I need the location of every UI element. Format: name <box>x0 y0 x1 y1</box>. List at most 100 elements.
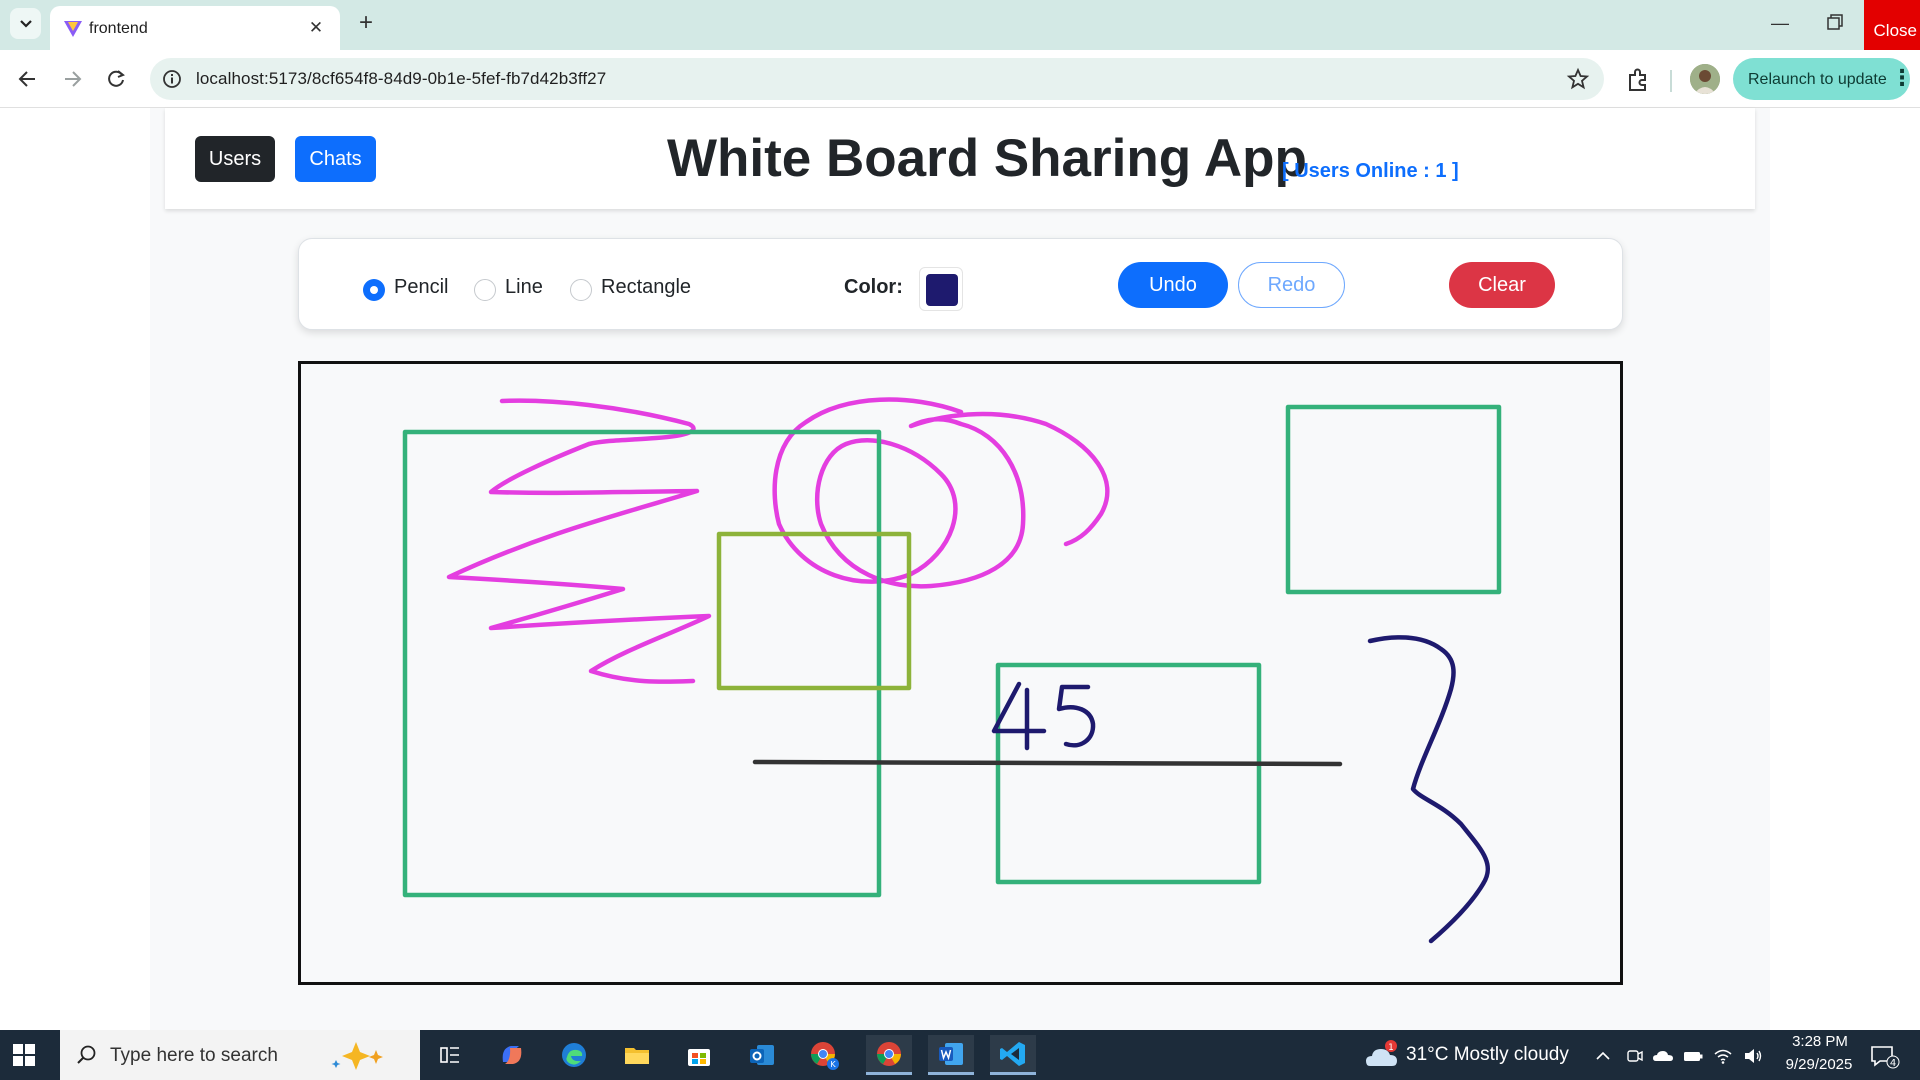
new-tab-button[interactable]: + <box>353 10 379 36</box>
tab-close-icon[interactable]: ✕ <box>305 17 327 39</box>
word-app[interactable] <box>928 1035 974 1075</box>
tab-strip: frontend ✕ + — Close <box>0 0 1920 50</box>
pink-zigzag-stroke <box>446 398 712 684</box>
forward-button[interactable] <box>58 65 86 93</box>
chrome-profile-app[interactable]: K <box>804 1035 844 1075</box>
black-line <box>752 759 1343 767</box>
redo-button[interactable]: Redo <box>1238 262 1345 308</box>
svg-text:K: K <box>830 1060 836 1069</box>
search-highlight-icon <box>331 1042 383 1070</box>
outlook-app[interactable] <box>742 1035 782 1075</box>
arrow-right-icon <box>65 71 82 87</box>
cloud-icon: 1 <box>1366 1040 1397 1066</box>
pencil-label[interactable]: Pencil <box>394 276 448 299</box>
relaunch-label: Relaunch to update <box>1748 71 1887 88</box>
green-middle-rectangle <box>995 662 1262 885</box>
battery-icon[interactable] <box>1682 1045 1704 1067</box>
weather-widget[interactable]: 1 31°C Mostly cloudy <box>1364 1038 1574 1072</box>
onedrive-cloud-icon[interactable] <box>1652 1045 1674 1067</box>
task-view-button[interactable] <box>430 1035 470 1075</box>
relaunch-to-update-button[interactable]: Relaunch to update ⋮ <box>1733 58 1913 100</box>
line-label[interactable]: Line <box>505 276 543 299</box>
clear-button[interactable]: Clear <box>1449 262 1555 308</box>
color-label: Color: <box>844 276 903 298</box>
taskbar-search-box[interactable]: Type here to search <box>60 1030 420 1080</box>
color-swatch-fill <box>926 274 958 306</box>
drawing-toolbar: Pencil Line Rectangle Color: Undo Redo C… <box>298 238 1623 330</box>
task-view-icon <box>440 1047 459 1063</box>
copilot-icon <box>502 1046 522 1064</box>
word-icon <box>939 1042 963 1065</box>
address-bar[interactable]: localhost:5173/8cf654f8-84d9-0b1e-5fef-f… <box>150 58 1604 100</box>
chrome-app[interactable] <box>866 1035 912 1075</box>
rectangle-label[interactable]: Rectangle <box>601 276 691 299</box>
users-online-badge: [ Users Online : 1 ] <box>1282 160 1459 182</box>
pencil-radio[interactable] <box>363 279 385 301</box>
browser-toolbar: localhost:5173/8cf654f8-84d9-0b1e-5fef-f… <box>0 50 1920 108</box>
browser-tab[interactable]: frontend ✕ <box>50 6 340 50</box>
undo-button[interactable]: Undo <box>1118 262 1228 308</box>
edge-icon <box>562 1043 586 1067</box>
weather-text: 31°C Mostly cloudy <box>1406 1044 1569 1065</box>
site-info-icon[interactable] <box>162 69 182 89</box>
green-large-rectangle <box>402 429 882 898</box>
search-icon <box>77 1045 96 1064</box>
clock-date[interactable]: 9/29/2025 <box>1772 1056 1866 1073</box>
store-icon <box>688 1049 710 1066</box>
microsoft-store-app[interactable] <box>679 1035 719 1075</box>
drawn-number-5 <box>1056 684 1096 748</box>
color-picker[interactable] <box>919 267 963 311</box>
chrome-profile-icon: K <box>811 1042 839 1070</box>
url-text[interactable]: localhost:5173/8cf654f8-84d9-0b1e-5fef-f… <box>196 69 606 89</box>
profile-avatar[interactable] <box>1690 64 1720 94</box>
file-explorer-app[interactable] <box>617 1035 657 1075</box>
minimize-button[interactable]: — <box>1760 8 1800 38</box>
weather-alert-badge: 1 <box>1388 1043 1394 1053</box>
search-placeholder: Type here to search <box>110 1045 278 1066</box>
reload-button[interactable] <box>102 65 130 93</box>
wifi-icon[interactable] <box>1712 1045 1734 1067</box>
copilot-app[interactable] <box>492 1035 532 1075</box>
restore-button[interactable] <box>1814 8 1854 38</box>
rectangle-radio[interactable] <box>570 279 592 301</box>
reload-icon <box>108 70 125 87</box>
chats-button[interactable]: Chats <box>295 136 376 182</box>
vscode-icon <box>1000 1041 1025 1066</box>
restore-icon <box>1827 14 1843 30</box>
vscode-app[interactable] <box>990 1035 1036 1075</box>
drawn-number-4 <box>991 681 1047 751</box>
chevron-down-icon <box>19 19 32 28</box>
bookmark-star-icon[interactable] <box>1566 67 1590 91</box>
chevron-up-icon[interactable] <box>1592 1045 1614 1067</box>
edge-app[interactable] <box>554 1035 594 1075</box>
volume-icon[interactable] <box>1742 1045 1764 1067</box>
toolbar-separator <box>1670 70 1672 92</box>
pink-circle-stroke <box>772 397 1110 589</box>
more-menu-icon[interactable]: ⋮ <box>1891 66 1913 90</box>
windows-taskbar: Type here to search K 1 31°C Mostly clou… <box>0 1030 1920 1080</box>
extensions-icon[interactable] <box>1624 66 1652 94</box>
green-topright-rectangle <box>1285 404 1502 595</box>
window-close-button[interactable]: Close <box>1864 0 1920 50</box>
whiteboard-canvas[interactable] <box>298 361 1623 985</box>
notification-count: 4 <box>1890 1058 1896 1069</box>
navy-brace-stroke <box>1367 635 1491 944</box>
clock-time[interactable]: 3:28 PM <box>1780 1033 1860 1050</box>
tab-search-button[interactable] <box>10 8 41 39</box>
vite-favicon-icon <box>64 21 82 37</box>
back-button[interactable] <box>14 65 42 93</box>
windows-start-icon[interactable] <box>12 1043 36 1067</box>
notification-icon: 4 <box>1871 1046 1900 1069</box>
users-button[interactable]: Users <box>195 136 275 182</box>
avatar-icon <box>1690 64 1720 94</box>
notification-center-button[interactable]: 4 <box>1866 1043 1902 1069</box>
line-radio[interactable] <box>474 279 496 301</box>
outlook-icon <box>750 1045 774 1065</box>
page-title: White Board Sharing App <box>667 129 1307 188</box>
chrome-icon <box>877 1041 901 1066</box>
tab-title: frontend <box>89 20 148 37</box>
meet-now-icon[interactable] <box>1624 1045 1646 1067</box>
drawing-layer <box>402 397 1502 944</box>
arrow-left-icon <box>18 71 35 87</box>
folder-icon <box>625 1048 649 1064</box>
